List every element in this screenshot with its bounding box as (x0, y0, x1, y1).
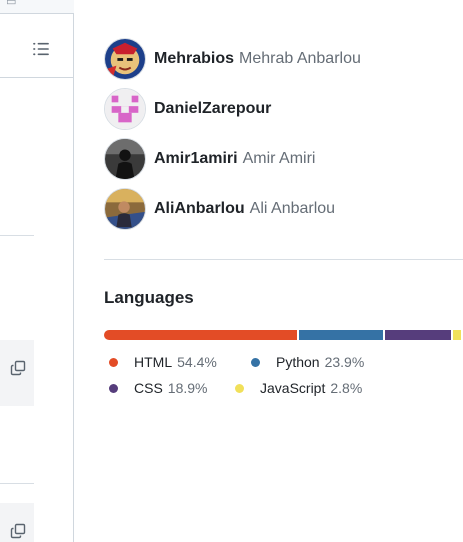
contributor-item[interactable]: AliAnbarlou Ali Anbarlou (104, 188, 463, 230)
repo-page: ▭ Mehrabios Mehrab Anbarlou DanielZarepo… (0, 0, 463, 542)
copy-icon[interactable] (8, 358, 28, 378)
language-color-dot (251, 357, 260, 367)
language-item-css[interactable]: CSS 18.9% (104, 378, 230, 398)
language-legend: HTML 54.4% Python 23.9% CSS 18.9% JavaSc… (104, 352, 463, 404)
contributor-login[interactable]: AliAnbarlou (154, 200, 245, 218)
language-percent: 18.9% (167, 380, 208, 396)
contributor-name: Amir Amiri (242, 150, 316, 167)
contributor-name: Mehrab Anbarlou (239, 50, 361, 67)
file-panel-header (0, 14, 74, 78)
contributor-login[interactable]: Amir1amiri (154, 150, 238, 168)
copy-icon[interactable] (8, 521, 28, 541)
contributor-name: Ali Anbarlou (249, 200, 336, 217)
avatar[interactable] (104, 88, 146, 130)
language-percent: 54.4% (177, 354, 217, 370)
contributor-item[interactable]: Amir1amiri Amir Amiri (104, 138, 463, 180)
language-bar-segment-css (385, 330, 451, 340)
language-item-python[interactable]: Python 23.9% (246, 352, 396, 372)
list-unordered-icon[interactable] (26, 36, 56, 62)
language-percent: 2.8% (330, 380, 363, 396)
avatar[interactable] (104, 138, 146, 180)
contributor-item[interactable]: Mehrabios Mehrab Anbarlou (104, 38, 463, 80)
section-divider (104, 259, 463, 260)
section-divider (0, 483, 34, 484)
contributor-login[interactable]: DanielZarepour (154, 100, 271, 118)
avatar[interactable] (104, 188, 146, 230)
language-color-dot (109, 357, 118, 367)
language-name: HTML (134, 354, 173, 370)
language-name: Python (276, 354, 320, 370)
contributors-list: Mehrabios Mehrab Anbarlou DanielZarepour (104, 38, 463, 238)
top-toolbar-fragment: ▭ (0, 0, 74, 14)
language-name: CSS (134, 380, 163, 396)
language-item-javascript[interactable]: JavaScript 2.8% (230, 378, 380, 398)
language-bar (104, 330, 463, 340)
file-panel: ▭ (0, 0, 74, 542)
language-item-html[interactable]: HTML 54.4% (104, 352, 246, 372)
language-name: JavaScript (260, 380, 326, 396)
languages-heading: Languages (104, 288, 194, 307)
language-bar-segment-javascript (452, 330, 461, 340)
code-block-fragment (0, 340, 34, 406)
language-color-dot (235, 383, 244, 393)
code-block-fragment (0, 503, 34, 542)
language-bar-segment-python (299, 330, 384, 340)
toolbar-icon-fragment[interactable]: ▭ (6, 0, 18, 8)
language-color-dot (109, 383, 118, 393)
section-divider (0, 235, 34, 236)
avatar[interactable] (104, 38, 146, 80)
language-bar-segment-html (104, 330, 298, 340)
contributor-login[interactable]: Mehrabios (154, 50, 234, 68)
language-percent: 23.9% (324, 354, 365, 370)
contributor-item[interactable]: DanielZarepour (104, 88, 463, 130)
